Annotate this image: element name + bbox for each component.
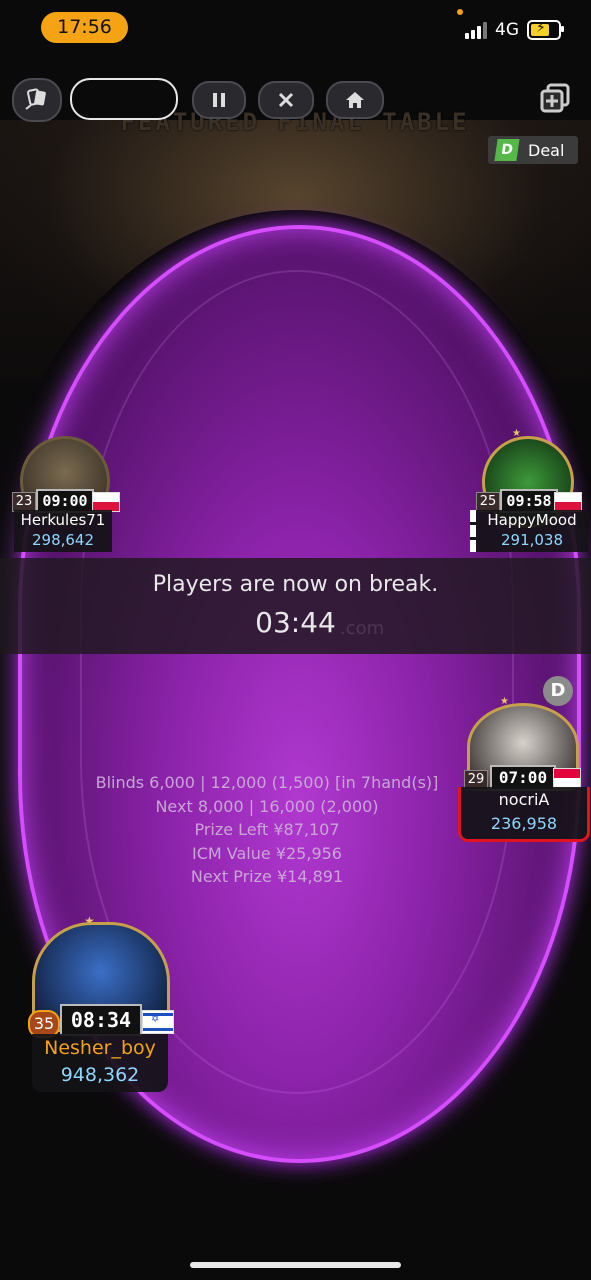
table-name-pill[interactable] (70, 78, 178, 120)
flag-poland-icon (92, 492, 120, 512)
time-bank: 08:34 (60, 1004, 142, 1036)
home-icon (346, 92, 364, 108)
leave-table-button[interactable] (258, 81, 314, 119)
poker-table-screen: 17:56 4G ⚡ FEATURED FINAL TABLE D Deal 2… (0, 0, 591, 1280)
battery-icon: ⚡ (527, 20, 564, 40)
chat-cards-icon (25, 88, 46, 110)
pause-icon (213, 93, 225, 107)
chat-button[interactable] (12, 78, 62, 122)
prize-left-info: Prize Left ¥87,107 (194, 820, 340, 839)
player-chips: 948,362 (60, 1064, 140, 1086)
player-nameplate: Herkules71 298,642 (14, 510, 112, 552)
lobby-button[interactable] (326, 81, 384, 119)
player-name: Nesher_boy (44, 1037, 156, 1059)
player-nameplate: Nesher_boy 948,362 (32, 1034, 168, 1092)
next-blinds-info: Next 8,000 | 16,000 (2,000) (155, 796, 379, 816)
flag-poland-icon (554, 492, 582, 512)
dealer-button: D (543, 676, 573, 706)
flag-singapore-icon (553, 768, 581, 788)
network-type: 4G (495, 20, 519, 40)
flag-israel-icon: ✡ (142, 1010, 174, 1034)
break-message: Players are now on break. (152, 572, 439, 597)
player-level: 23 (12, 492, 36, 512)
status-indicators: 4G ⚡ (465, 18, 564, 42)
deal-button-label: Deal (528, 140, 565, 160)
player-nameplate: HappyMood 291,038 (470, 510, 588, 552)
player-name: HappyMood (487, 511, 577, 529)
player-chips: 298,642 (31, 531, 95, 549)
signal-icon (465, 21, 487, 39)
status-time: 17:56 (41, 12, 128, 43)
break-countdown: 03:44 (255, 606, 336, 639)
table-info: Blinds 6,000 | 12,000 (1,500) [in 7hand(… (0, 771, 534, 889)
add-table-icon (540, 83, 570, 113)
close-icon (278, 92, 294, 108)
add-table-button[interactable] (539, 82, 573, 116)
deal-logo-icon: D (494, 139, 520, 161)
icm-value-info: ICM Value ¥25,956 (192, 843, 342, 863)
deal-button[interactable]: D Deal (488, 136, 578, 164)
next-prize-info: Next Prize ¥14,891 (190, 867, 344, 886)
privacy-indicator-dot (457, 9, 463, 15)
player-name: Herkules71 (20, 511, 106, 529)
home-indicator[interactable] (190, 1262, 401, 1268)
pause-button[interactable] (192, 81, 246, 119)
blinds-info: Blinds 6,000 | 12,000 (1,500) [in 7hand(… (95, 773, 439, 792)
player-level: 25 (476, 492, 500, 512)
player-chips: 291,038 (500, 531, 564, 549)
site-watermark: .com (340, 618, 385, 639)
